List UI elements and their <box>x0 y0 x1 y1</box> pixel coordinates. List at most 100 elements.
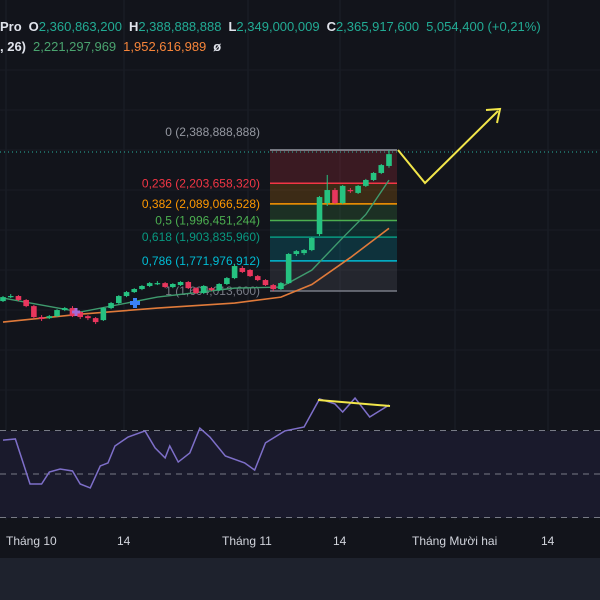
rsi-divergence-line[interactable] <box>317 399 391 407</box>
candle-body <box>285 253 292 284</box>
time-label: Tháng 11 <box>222 534 272 548</box>
candle-body <box>324 190 331 203</box>
blue-cross-marker <box>130 298 140 308</box>
candle-body <box>193 288 199 293</box>
candle-body <box>15 296 22 300</box>
candle-body <box>185 282 192 289</box>
open-value: 2,360,863,200 <box>38 19 122 34</box>
time-label: 14 <box>333 534 347 548</box>
high-value: 2,388,888,888 <box>138 19 222 34</box>
candle-body <box>262 280 269 286</box>
candle <box>355 185 361 194</box>
candle <box>254 275 261 282</box>
candle <box>7 294 14 299</box>
candle-body <box>100 308 107 321</box>
candle <box>185 281 192 290</box>
candle-body <box>200 285 207 293</box>
symbol-name: Pro <box>0 19 22 34</box>
candle <box>54 309 60 318</box>
candle-body <box>370 172 377 180</box>
fib-level-label: 0,382 (2,089,066,528) <box>142 197 260 211</box>
candle-body <box>224 278 230 284</box>
chart-canvas[interactable]: 0 (2,388,888,888) 0,236 (2,203,658,320) 0,… <box>0 0 600 600</box>
candle-body <box>239 268 246 272</box>
candle-body <box>293 251 300 254</box>
time-label: Tháng 10 <box>6 534 57 548</box>
candle <box>123 291 130 298</box>
candle <box>61 306 68 312</box>
candle-body <box>309 238 315 251</box>
candle-body <box>61 308 68 311</box>
candle-body <box>146 283 153 286</box>
fib-zone <box>270 150 397 184</box>
candle-body <box>131 289 138 293</box>
candle-body <box>162 283 168 288</box>
fib-level-label: 0,236 (2,203,658,320) <box>142 176 260 190</box>
change-value: 5,054,400 (+0,21%) <box>426 19 541 34</box>
candle-body <box>247 269 253 277</box>
fib-zone <box>270 203 397 221</box>
candle <box>316 195 323 237</box>
candle <box>278 282 284 291</box>
candle-body <box>46 316 53 319</box>
candle-body <box>363 179 369 186</box>
time-label: 14 <box>541 534 555 548</box>
candle <box>309 237 315 252</box>
candle <box>23 299 29 308</box>
candle-body <box>123 292 130 297</box>
candle-body <box>154 283 161 285</box>
candle-body <box>332 190 338 203</box>
fibonacci-retracement[interactable]: 0 (2,388,888,888) 0,236 (2,203,658,320) 0,… <box>142 125 397 298</box>
candle-body <box>108 303 114 309</box>
candle-body <box>0 297 6 302</box>
candle-body <box>116 296 122 304</box>
candle-body <box>355 185 361 193</box>
candle <box>108 301 114 310</box>
fib-level-label: 0,786 (1,771,976,912) <box>142 254 260 268</box>
low-value: 2,349,000,009 <box>236 19 320 34</box>
candle <box>0 296 6 302</box>
ma-legend: , 26) 2,221,297,969 1,952,616,989 ø <box>0 39 222 54</box>
projection-arrow[interactable] <box>397 110 499 185</box>
candle <box>139 285 145 291</box>
candle <box>46 315 53 320</box>
candle-body <box>339 185 346 203</box>
candle-body <box>38 317 45 320</box>
ma-extra-value: ø <box>213 39 222 54</box>
candle-body <box>139 285 145 290</box>
candle <box>200 285 207 295</box>
ma-slow-value: 1,952,616,989 <box>123 39 207 54</box>
candle <box>247 269 253 277</box>
candle-body <box>254 276 261 281</box>
candle <box>339 185 346 205</box>
candle-body <box>231 266 238 279</box>
candle <box>146 282 153 288</box>
bottom-toolbar <box>0 558 600 600</box>
candle <box>332 188 338 205</box>
candle-body <box>386 154 392 166</box>
candle-body <box>23 299 29 307</box>
candle <box>216 283 222 292</box>
candle <box>224 276 230 286</box>
candle <box>116 295 122 305</box>
candle-body <box>31 306 37 318</box>
candle <box>38 315 45 322</box>
ohlc-legend: Pro O2,360,863,200 H2,388,888,888 L2,349,00… <box>0 19 541 34</box>
candle-body <box>7 296 14 298</box>
time-axis[interactable] <box>0 520 600 558</box>
candle-body <box>85 316 91 319</box>
candle-body <box>216 283 222 291</box>
close-value: 2,365,917,600 <box>335 19 420 34</box>
fib-level-label: 0,618 (1,903,835,960) <box>142 230 260 244</box>
candle <box>370 172 377 182</box>
candle <box>100 306 107 322</box>
time-label: Tháng Mười hai <box>412 534 498 548</box>
candle <box>131 288 138 293</box>
fib-level-label: 0,5 (1,996,451,244) <box>155 214 260 228</box>
candle-body <box>278 283 284 290</box>
fib-zone <box>270 220 397 238</box>
candle-body <box>170 283 176 288</box>
candle <box>31 305 37 320</box>
candle-body <box>347 190 354 192</box>
candle <box>262 279 269 286</box>
